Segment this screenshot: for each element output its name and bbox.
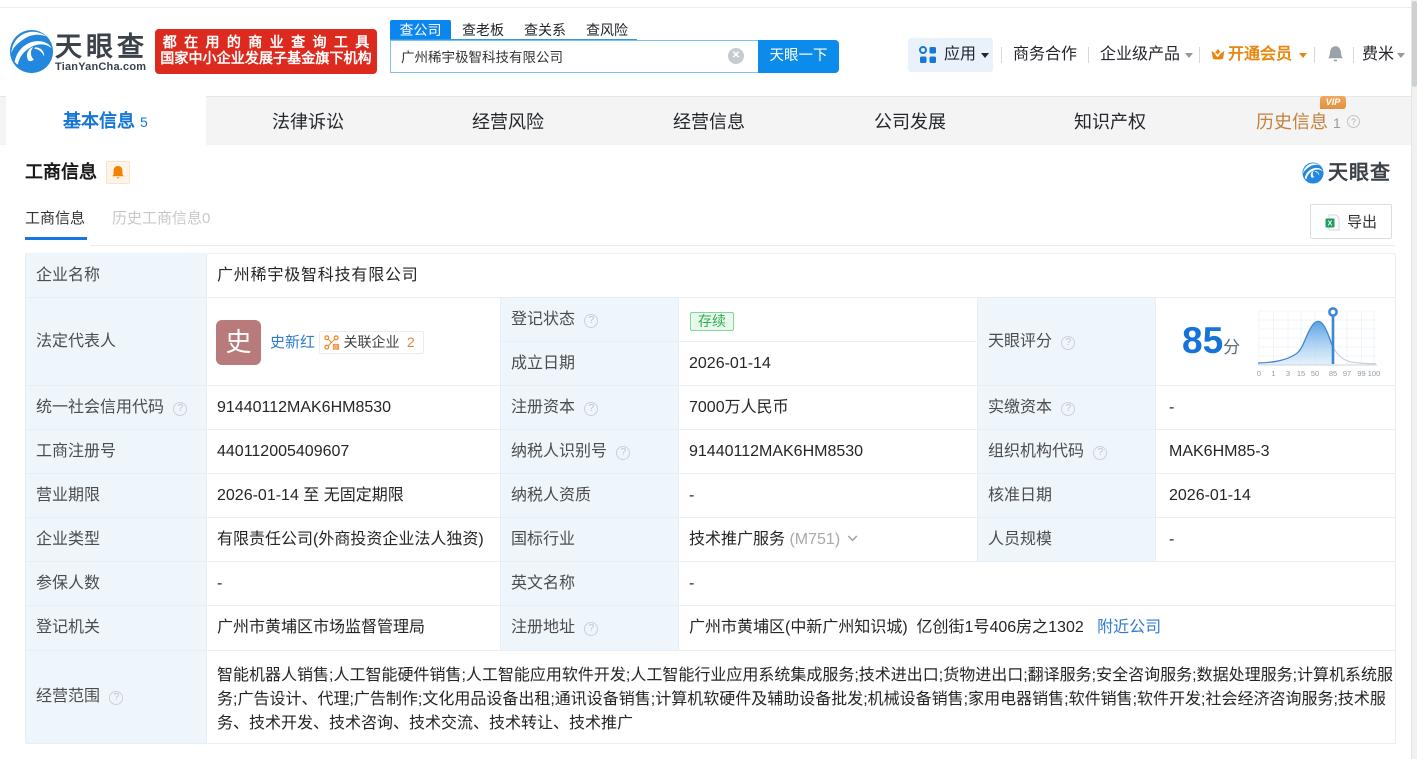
svg-text:99: 99 <box>1357 369 1365 378</box>
svg-text:97: 97 <box>1343 369 1351 378</box>
svg-text:100: 100 <box>1368 369 1381 378</box>
svg-text:3: 3 <box>1286 369 1290 378</box>
svg-text:85: 85 <box>1329 369 1337 378</box>
svg-text:15: 15 <box>1297 369 1305 378</box>
svg-text:0: 0 <box>1257 369 1261 378</box>
svg-text:50: 50 <box>1311 369 1319 378</box>
svg-text:1: 1 <box>1271 369 1275 378</box>
svg-text:X: X <box>1328 221 1333 228</box>
